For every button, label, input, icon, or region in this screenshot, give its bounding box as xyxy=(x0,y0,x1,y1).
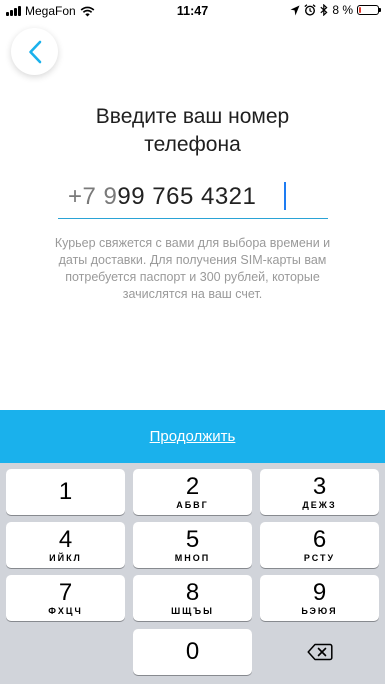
text-caret xyxy=(284,182,286,210)
key-digit: 0 xyxy=(185,638,200,665)
chevron-left-icon xyxy=(28,40,41,63)
key-9[interactable]: 9 ЬЭЮЯ xyxy=(260,575,379,621)
status-bar: MegaFon 11:47 8 % xyxy=(0,0,385,22)
key-letters: АБВГ xyxy=(176,500,209,510)
phone-prefix: +7 9 xyxy=(68,183,118,210)
title-line-1: Введите ваш номер xyxy=(95,105,290,128)
key-2[interactable]: 2 АБВГ xyxy=(133,469,252,515)
key-letters: ДЕЖЗ xyxy=(302,500,337,510)
delivery-hint: Курьер свяжется с вами для выбора времен… xyxy=(54,236,331,301)
key-letters: МНОП xyxy=(174,553,211,563)
key-8[interactable]: 8 ШЩЪЫ xyxy=(133,575,252,621)
key-0[interactable]: 0 xyxy=(133,629,252,675)
phone-value: +7 999 765 4321 xyxy=(68,183,256,211)
bluetooth-icon xyxy=(320,4,328,16)
status-right: 8 % xyxy=(290,3,381,17)
key-digit: 4 xyxy=(58,526,73,553)
continue-button[interactable]: Продолжить xyxy=(0,410,385,463)
screen: MegaFon 11:47 8 % Введите ваш номер теле… xyxy=(0,0,385,684)
key-digit: 7 xyxy=(58,579,73,606)
key-digit: 9 xyxy=(312,579,327,606)
key-digit: 8 xyxy=(185,579,200,606)
key-digit: 5 xyxy=(185,526,200,553)
key-4[interactable]: 4 ИЙКЛ xyxy=(6,522,125,568)
key-digit: 2 xyxy=(185,473,200,500)
key-3[interactable]: 3 ДЕЖЗ xyxy=(260,469,379,515)
location-icon xyxy=(290,5,300,15)
key-6[interactable]: 6 РСТУ xyxy=(260,522,379,568)
key-blank xyxy=(6,629,125,675)
key-letters: ШЩЪЫ xyxy=(171,606,214,616)
numeric-keypad: 1 2 АБВГ 3 ДЕЖЗ 4 ИЙКЛ 5 МНОП 6 РСТУ 7 Ф… xyxy=(0,463,385,684)
key-7[interactable]: 7 ФХЦЧ xyxy=(6,575,125,621)
key-digit: 3 xyxy=(312,473,327,500)
key-letters: ФХЦЧ xyxy=(48,606,83,616)
phone-number: 99 765 4321 xyxy=(117,183,257,210)
key-letters: ИЙКЛ xyxy=(49,553,82,563)
key-letters: ЬЭЮЯ xyxy=(301,606,338,616)
key-1[interactable]: 1 xyxy=(6,469,125,515)
battery-icon xyxy=(357,5,381,15)
battery-percent: 8 % xyxy=(332,3,353,17)
back-button[interactable] xyxy=(11,28,58,75)
alarm-icon xyxy=(304,4,316,16)
continue-label: Продолжить xyxy=(149,428,236,445)
delete-key[interactable] xyxy=(260,629,379,675)
key-letters: РСТУ xyxy=(303,553,336,563)
key-digit: 6 xyxy=(312,526,327,553)
backspace-icon xyxy=(306,643,333,661)
key-5[interactable]: 5 МНОП xyxy=(133,522,252,568)
title-line-2: телефона xyxy=(144,133,241,156)
phone-input[interactable]: +7 999 765 4321 xyxy=(58,176,328,219)
page-title: Введите ваш номер телефона xyxy=(40,103,345,159)
key-digit: 1 xyxy=(58,478,73,505)
